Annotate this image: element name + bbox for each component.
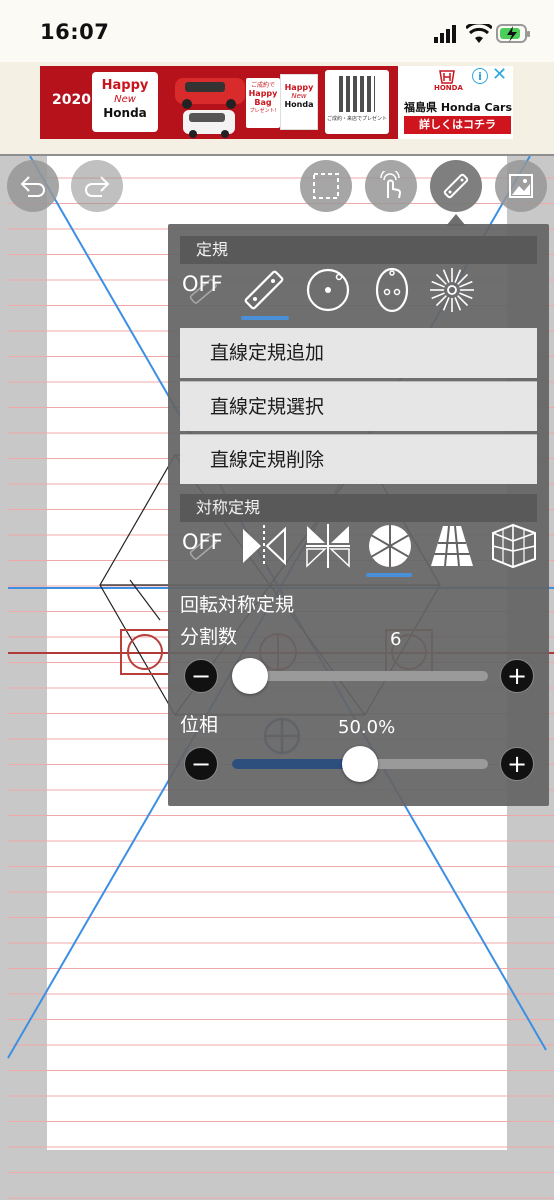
ellipse-ruler-button[interactable] [364,262,420,318]
radial-ruler-button[interactable] [424,262,480,318]
divisions-plus-button[interactable]: + [500,659,534,693]
menu-add-linear-ruler[interactable]: 直線定規追加 [180,328,537,378]
menu-delete-linear-ruler[interactable]: 直線定規削除 [180,434,537,484]
selection-button[interactable] [300,160,352,212]
ruler-icon [443,173,469,199]
circle-ruler-icon [306,268,350,312]
ad-happy-bag: ご成約で Happy Bag プレゼント! [246,78,280,128]
phase-label: 位相 [180,714,219,736]
touch-icon [380,171,401,199]
symmetry-off-label: OFF [182,530,223,554]
phase-plus-button[interactable]: + [500,747,534,781]
mirror-symmetry-icon [243,525,286,567]
ad-dealer-name: 福島県 Honda Cars [404,101,513,114]
selection-icon [313,173,339,199]
ad-headline-2: New [114,94,136,105]
ruler-selected-indicator [241,316,289,320]
linear-ruler-button[interactable] [236,262,292,318]
phase-minus-button[interactable]: − [184,747,218,781]
menu-select-linear-ruler[interactable]: 直線定規選択 [180,381,537,431]
symmetry-section-title: 対称定規 [180,494,537,522]
rotation-symmetry-title: 回転対称定規 [180,594,295,616]
image-layer-icon [509,174,533,198]
cellular-signal-icon [434,25,456,43]
circle-ruler-button[interactable] [300,262,356,318]
kaleidoscope-symmetry-button[interactable] [300,518,356,574]
layer-button[interactable] [495,160,547,212]
ad-banner[interactable]: 2020 Happy New Honda ご成約で Happy Bag プレゼン… [40,66,513,139]
ad-bag2-line-2: New [291,92,307,100]
ruler-section-title: 定規 [180,236,537,264]
status-bar: 16:07 [0,0,554,62]
ad-hex-badge: Happy New Honda [92,72,158,132]
ruler-button[interactable] [430,160,482,212]
ruler-off-label: OFF [182,272,223,296]
qr-code-icon [339,76,375,112]
ad-bag2-line-3: Honda [284,100,314,109]
symmetry-selected-indicator [366,573,412,577]
ad-info-icon[interactable]: i [472,68,488,84]
kaleidoscope-symmetry-icon [306,524,350,568]
ad-bag-line-1: Happy [248,89,278,98]
undo-icon [20,176,45,197]
phase-slider-fill [232,759,360,769]
divisions-label: 分割数 [180,626,238,648]
ad-brand-small: HONDA [434,84,463,92]
undo-button[interactable] [7,160,59,212]
ruler-panel: 定規 OFF 直線定規追加 直線定規選択 直線定規削除 対称定規 OFF 回転対… [168,224,549,806]
ad-headline-1: Happy [101,78,149,93]
ruler-off-button[interactable]: OFF [176,262,232,318]
perspective-grid-button[interactable] [424,518,480,574]
mirror-symmetry-button[interactable] [236,518,292,574]
divisions-slider-thumb[interactable] [232,658,268,694]
redo-icon [85,176,110,197]
divisions-minus-button[interactable]: − [184,659,218,693]
radial-ruler-icon [430,268,474,312]
battery-charging-icon [496,24,530,43]
ad-bag-line-3: プレゼント! [249,108,277,114]
honda-logo-icon [439,70,455,84]
perspective-grid-icon [431,525,473,567]
rotational-symmetry-button[interactable] [362,518,418,574]
ad-year: 2020 [52,92,91,108]
ad-cta-button[interactable]: 詳しくはコチラ [404,116,511,134]
ad-bag-line-2: Bag [254,98,272,107]
touch-button[interactable] [365,160,417,212]
perspective-box-icon [492,523,536,569]
wifi-icon [466,24,492,43]
divisions-value: 6 [390,629,402,650]
ad-qr-caption: ご成約・来店でプレゼント [327,116,388,122]
ad-bag-top: ご成約で [250,82,275,89]
rotational-symmetry-icon [369,525,411,567]
ellipse-ruler-icon [375,267,409,313]
phase-value: 50.0% [338,717,396,738]
ad-bag2-line-1: Happy [284,83,314,92]
ad-gift-bag: Happy New Honda [280,74,318,130]
ad-close-icon[interactable]: ✕ [492,66,507,84]
redo-button[interactable] [71,160,123,212]
ad-dealer-panel[interactable]: HONDA 福島県 Honda Cars 詳しくはコチラ i ✕ [398,66,513,139]
ad-headline-3: Honda [103,106,147,120]
linear-ruler-icon [244,270,284,310]
perspective-box-button[interactable] [486,518,542,574]
symmetry-off-button[interactable]: OFF [176,518,232,574]
phase-slider-thumb[interactable] [342,746,378,782]
divisions-slider-track[interactable] [232,671,488,681]
status-time: 16:07 [40,20,110,44]
ad-qr-card: ご成約・来店でプレゼント [325,70,389,134]
